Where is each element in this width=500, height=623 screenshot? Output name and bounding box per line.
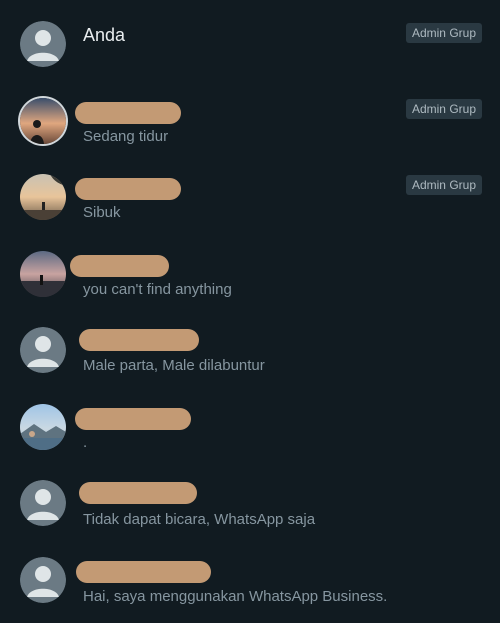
- participant-status: Male parta, Male dilabuntur: [83, 357, 265, 374]
- default-avatar-icon: [20, 557, 66, 603]
- participant-row[interactable]: Male parta, Male dilabuntur: [0, 316, 500, 388]
- dusk-beach-photo: [20, 251, 66, 297]
- participant-row[interactable]: Hai, saya menggunakan WhatsApp Business.: [0, 546, 500, 618]
- default-avatar-icon: [20, 327, 66, 373]
- admin-badge: Admin Grup: [405, 23, 482, 43]
- redacted-name: [79, 329, 199, 351]
- admin-badge: Admin Grup: [405, 99, 482, 119]
- participant-list: Anda Admin Grup Sedang tidur Admin Grup: [0, 0, 500, 623]
- beach-sunset-photo: [20, 174, 66, 220]
- redacted-name: [79, 482, 197, 504]
- participant-status: Sibuk: [83, 204, 121, 221]
- participant-row[interactable]: you can't find anything: [0, 239, 500, 311]
- redacted-name: [75, 102, 181, 124]
- participant-status: Hai, saya menggunakan WhatsApp Business.: [83, 588, 388, 605]
- redacted-name: [75, 178, 181, 200]
- default-avatar-icon: [20, 480, 66, 526]
- participant-row-you[interactable]: Anda Admin Grup: [0, 8, 500, 80]
- participant-status: you can't find anything: [83, 281, 232, 298]
- participant-row[interactable]: .: [0, 393, 500, 465]
- participant-status: Sedang tidur: [83, 128, 169, 145]
- default-avatar-icon: [20, 21, 66, 67]
- participant-status: Tidak dapat bicara, WhatsApp saja: [83, 511, 316, 528]
- redacted-name: [76, 561, 211, 583]
- participant-row[interactable]: Sedang tidur Admin Grup: [0, 86, 500, 158]
- admin-badge: Admin Grup: [405, 175, 482, 195]
- participant-name: Anda: [83, 25, 126, 45]
- mountain-lake-photo: [20, 404, 66, 450]
- participant-status: .: [83, 434, 88, 451]
- participant-row[interactable]: Tidak dapat bicara, WhatsApp saja: [0, 469, 500, 541]
- sunset-silhouette-photo: [20, 98, 66, 144]
- redacted-name: [75, 408, 191, 430]
- redacted-name: [70, 255, 169, 277]
- participant-row[interactable]: Sibuk Admin Grup: [0, 162, 500, 234]
